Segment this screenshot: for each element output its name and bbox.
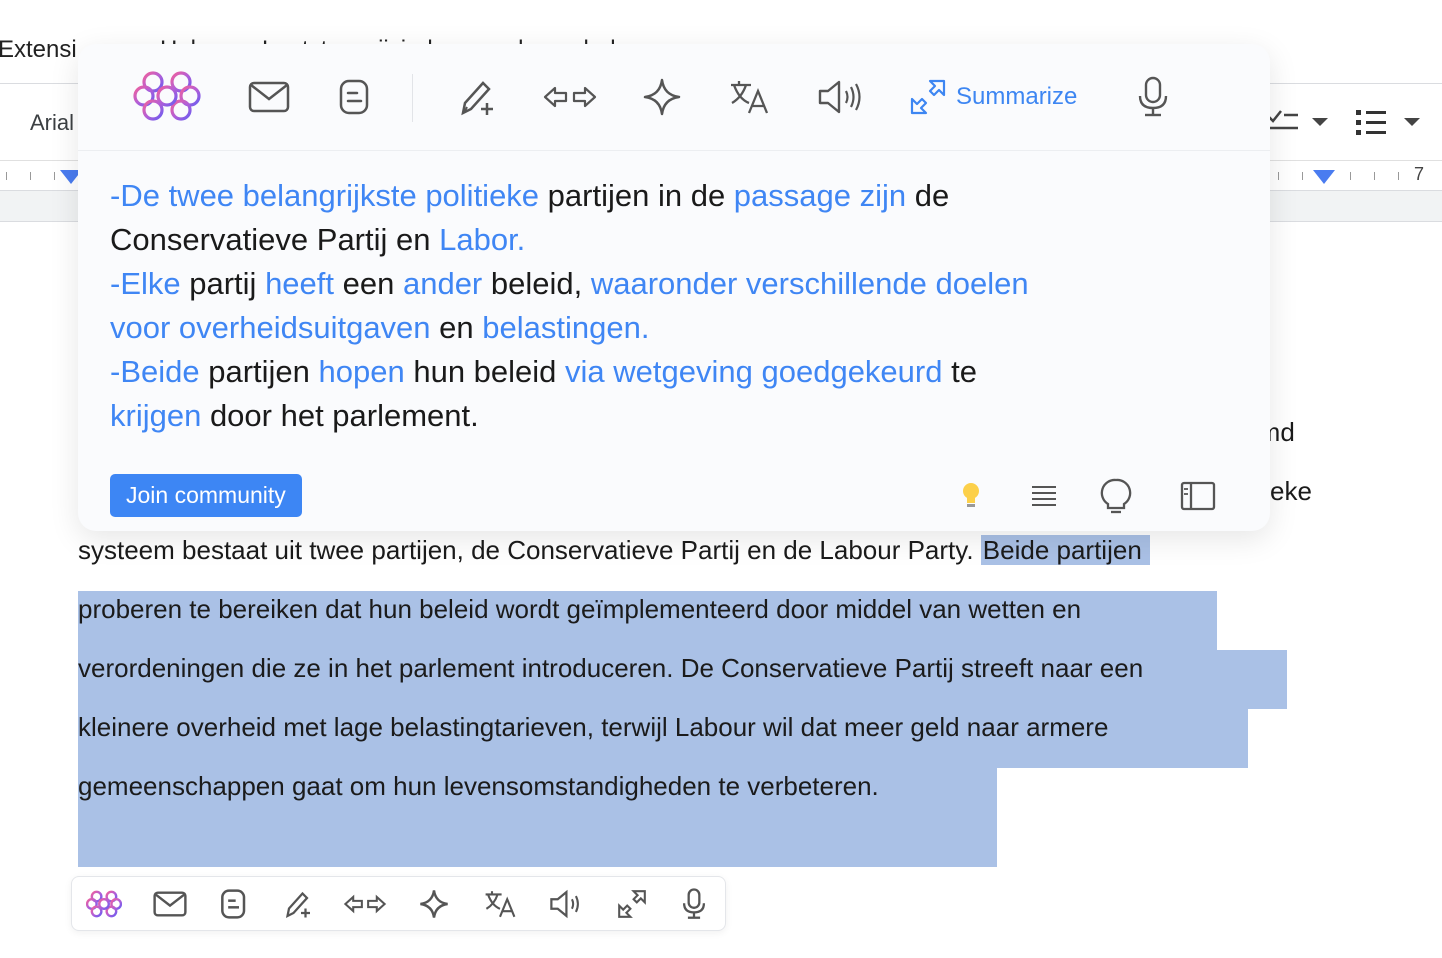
text-align-icon[interactable] bbox=[1024, 476, 1064, 516]
brain-logo-icon[interactable] bbox=[132, 68, 202, 124]
brain-logo-icon[interactable] bbox=[86, 886, 122, 922]
summary-highlight-segment: waaronder verschillende doelen bbox=[590, 266, 1029, 301]
ruler-tick bbox=[30, 172, 31, 180]
summary-segment: partijen in de bbox=[539, 178, 734, 213]
sparkle-icon[interactable] bbox=[416, 886, 452, 922]
summarize-button[interactable]: Summarize bbox=[908, 74, 1077, 120]
selected-text: Beide partijen bbox=[980, 535, 1150, 565]
blog-icon[interactable] bbox=[216, 886, 252, 922]
summary-highlight-segment: -Elke bbox=[110, 266, 181, 301]
summary-line: voor overheidsuitgaven en belastingen. bbox=[110, 306, 1240, 350]
summarize-icon bbox=[910, 79, 946, 115]
doc-selected-line[interactable]: proberen te bereiken dat hun beleid word… bbox=[78, 580, 1081, 639]
ruler-tick bbox=[54, 172, 55, 180]
bulleted-list-button[interactable] bbox=[1354, 106, 1428, 138]
ruler-tick bbox=[1374, 172, 1375, 180]
summary-highlight-segment: ander bbox=[402, 266, 483, 301]
summary-segment: partij bbox=[180, 266, 266, 301]
mini-toolbar bbox=[71, 876, 726, 931]
summary-highlight-segment: krijgen bbox=[110, 398, 202, 433]
checklist-button[interactable] bbox=[1266, 106, 1330, 138]
summary-segment: door het parlement. bbox=[201, 398, 479, 433]
summary-highlight-segment: Labor. bbox=[439, 222, 526, 257]
summary-line: -Beide partijen hopen hun beleid via wet… bbox=[110, 350, 1240, 394]
join-community-button[interactable]: Join community bbox=[110, 474, 302, 517]
microphone-icon[interactable] bbox=[676, 886, 712, 922]
summary-segment: de bbox=[906, 178, 950, 213]
popup-toolbar: Summarize bbox=[78, 44, 1270, 151]
toolbar-divider bbox=[412, 74, 413, 122]
summary-line: -De twee belangrijkste politieke partije… bbox=[110, 174, 1240, 218]
blog-icon[interactable] bbox=[332, 74, 378, 120]
right-indent-marker[interactable] bbox=[1313, 170, 1335, 184]
summary-segment: beleid, bbox=[482, 266, 591, 301]
summary-highlight-segment: via wetgeving goedgekeurd bbox=[565, 354, 943, 389]
sparkle-icon[interactable] bbox=[639, 74, 685, 120]
speaker-icon[interactable] bbox=[548, 886, 588, 922]
sidebar-panel-icon[interactable] bbox=[1178, 476, 1218, 516]
doc-selected-line[interactable]: kleinere overheid met lage belastingtari… bbox=[78, 698, 1108, 757]
summary-line: -Elke partij heeft een ander beleid, waa… bbox=[110, 262, 1240, 306]
idea-outline-icon[interactable] bbox=[1096, 476, 1136, 516]
summary-segment: een bbox=[334, 266, 403, 301]
ruler-tick bbox=[1278, 172, 1279, 180]
microphone-icon[interactable] bbox=[1130, 74, 1176, 120]
summary-line: Conservatieve Partij en Labor. bbox=[110, 218, 1240, 262]
pen-plus-icon[interactable] bbox=[280, 886, 316, 922]
checklist-icon bbox=[1267, 110, 1328, 130]
ruler-number: 7 bbox=[1414, 164, 1425, 184]
ai-assistant-popup: Summarize -De twee belangrijkste politie… bbox=[78, 44, 1270, 531]
ruler-tick bbox=[1302, 172, 1303, 180]
summary-highlight-segment: voor overheidsuitgaven bbox=[110, 310, 431, 345]
ruler-tick bbox=[6, 172, 7, 180]
summary-segment: Conservatieve Partij en bbox=[110, 222, 440, 257]
summary-highlight-segment: hopen bbox=[318, 354, 405, 389]
summary-segment: partijen bbox=[199, 354, 319, 389]
summary-highlight-segment: passage zijn bbox=[733, 178, 907, 213]
doc-fragment: eke bbox=[1270, 476, 1312, 506]
ruler-tick bbox=[1398, 172, 1399, 180]
menu-extensions[interactable]: Extensi bbox=[0, 36, 77, 64]
mail-icon[interactable] bbox=[152, 886, 188, 922]
pen-plus-icon[interactable] bbox=[454, 74, 500, 120]
rephrase-arrows-icon[interactable] bbox=[342, 886, 388, 922]
summary-segment: te bbox=[942, 354, 977, 389]
translate-icon[interactable] bbox=[726, 74, 772, 120]
rephrase-arrows-icon[interactable] bbox=[540, 74, 600, 120]
doc-selected-line[interactable]: gemeenschappen gaat om hun levensomstand… bbox=[78, 757, 879, 816]
summary-highlight-segment: -De twee belangrijkste politieke bbox=[110, 178, 540, 213]
summary-highlight-segment: belastingen. bbox=[482, 310, 650, 345]
speaker-icon[interactable] bbox=[816, 74, 866, 120]
lightbulb-color-icon[interactable] bbox=[951, 476, 991, 516]
summary-text: -De twee belangrijkste politieke partije… bbox=[110, 174, 1240, 438]
summary-highlight-segment: heeft bbox=[265, 266, 335, 301]
bullet-list-icon bbox=[1356, 110, 1420, 135]
summary-segment: en bbox=[430, 310, 483, 345]
ruler-tick bbox=[1350, 172, 1351, 180]
mail-icon[interactable] bbox=[246, 74, 292, 120]
doc-text: systeem bestaat uit twee partijen, de Co… bbox=[78, 535, 981, 565]
font-family-select[interactable]: Arial bbox=[30, 110, 74, 136]
doc-selected-line[interactable]: verordeningen die ze in het parlement in… bbox=[78, 639, 1143, 698]
summarize-icon[interactable] bbox=[614, 886, 650, 922]
summary-segment: hun beleid bbox=[404, 354, 566, 389]
summary-highlight-segment: -Beide bbox=[110, 354, 200, 389]
summary-line: krijgen door het parlement. bbox=[110, 394, 1240, 438]
summarize-label: Summarize bbox=[956, 83, 1078, 110]
translate-icon[interactable] bbox=[482, 886, 518, 922]
